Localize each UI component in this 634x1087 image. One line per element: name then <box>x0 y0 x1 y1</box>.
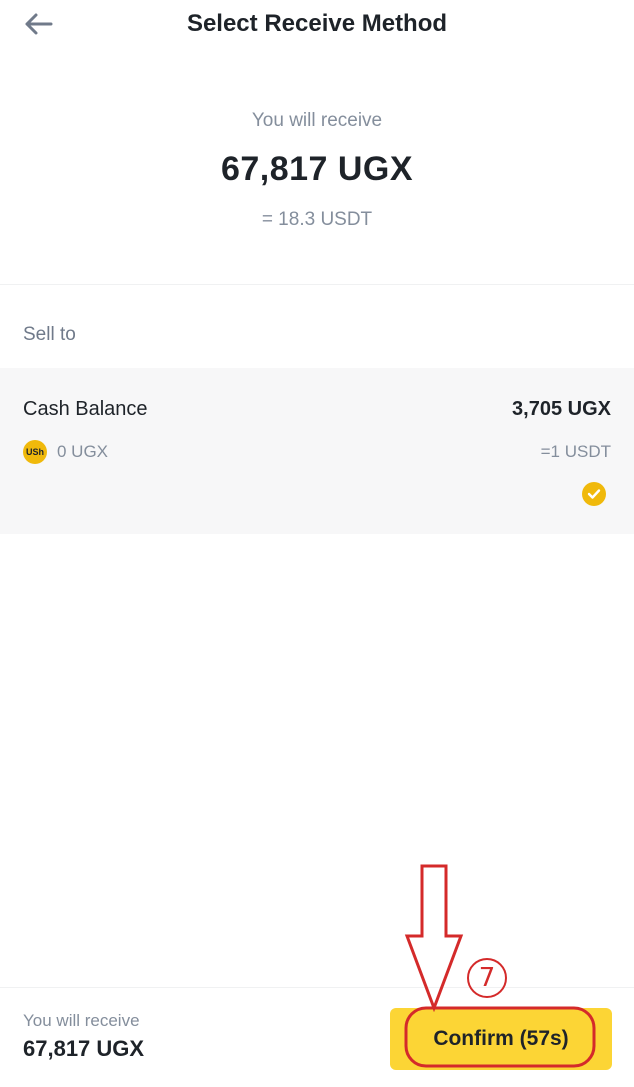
divider <box>0 284 634 285</box>
summary-amount: 67,817 UGX <box>220 150 414 188</box>
method-balance-value: 0 UGX <box>57 442 109 461</box>
header: Select Receive Method <box>0 0 634 52</box>
method-balance: USh 0 UGX <box>23 440 108 464</box>
summary-usdt-equivalent: = 18.3 USDT <box>261 209 373 230</box>
page: Select Receive Method You will receive 6… <box>0 0 634 1087</box>
footer-receive-amount: 67,817 UGX <box>23 1036 145 1061</box>
page-title: Select Receive Method <box>186 10 448 37</box>
method-option-cash-balance[interactable]: Cash Balance USh 0 UGX 3,705 UGX =1 USDT <box>0 368 634 534</box>
footer-bar: You will receive 67,817 UGX Confirm (57s… <box>0 987 634 1087</box>
receive-summary: You will receive 67,817 UGX = 18.3 USDT <box>0 110 634 231</box>
method-name: Cash Balance <box>23 398 148 420</box>
check-circle-icon <box>582 482 606 506</box>
confirm-button[interactable]: Confirm (57s) <box>390 1008 612 1070</box>
footer-receive-label: You will receive <box>23 1011 140 1030</box>
sell-to-label: Sell to <box>23 324 76 345</box>
method-rate-usdt: =1 USDT <box>540 442 611 461</box>
method-rate: 3,705 UGX <box>512 398 611 420</box>
ush-coin-icon: USh <box>23 440 47 464</box>
summary-label: You will receive <box>251 110 383 131</box>
